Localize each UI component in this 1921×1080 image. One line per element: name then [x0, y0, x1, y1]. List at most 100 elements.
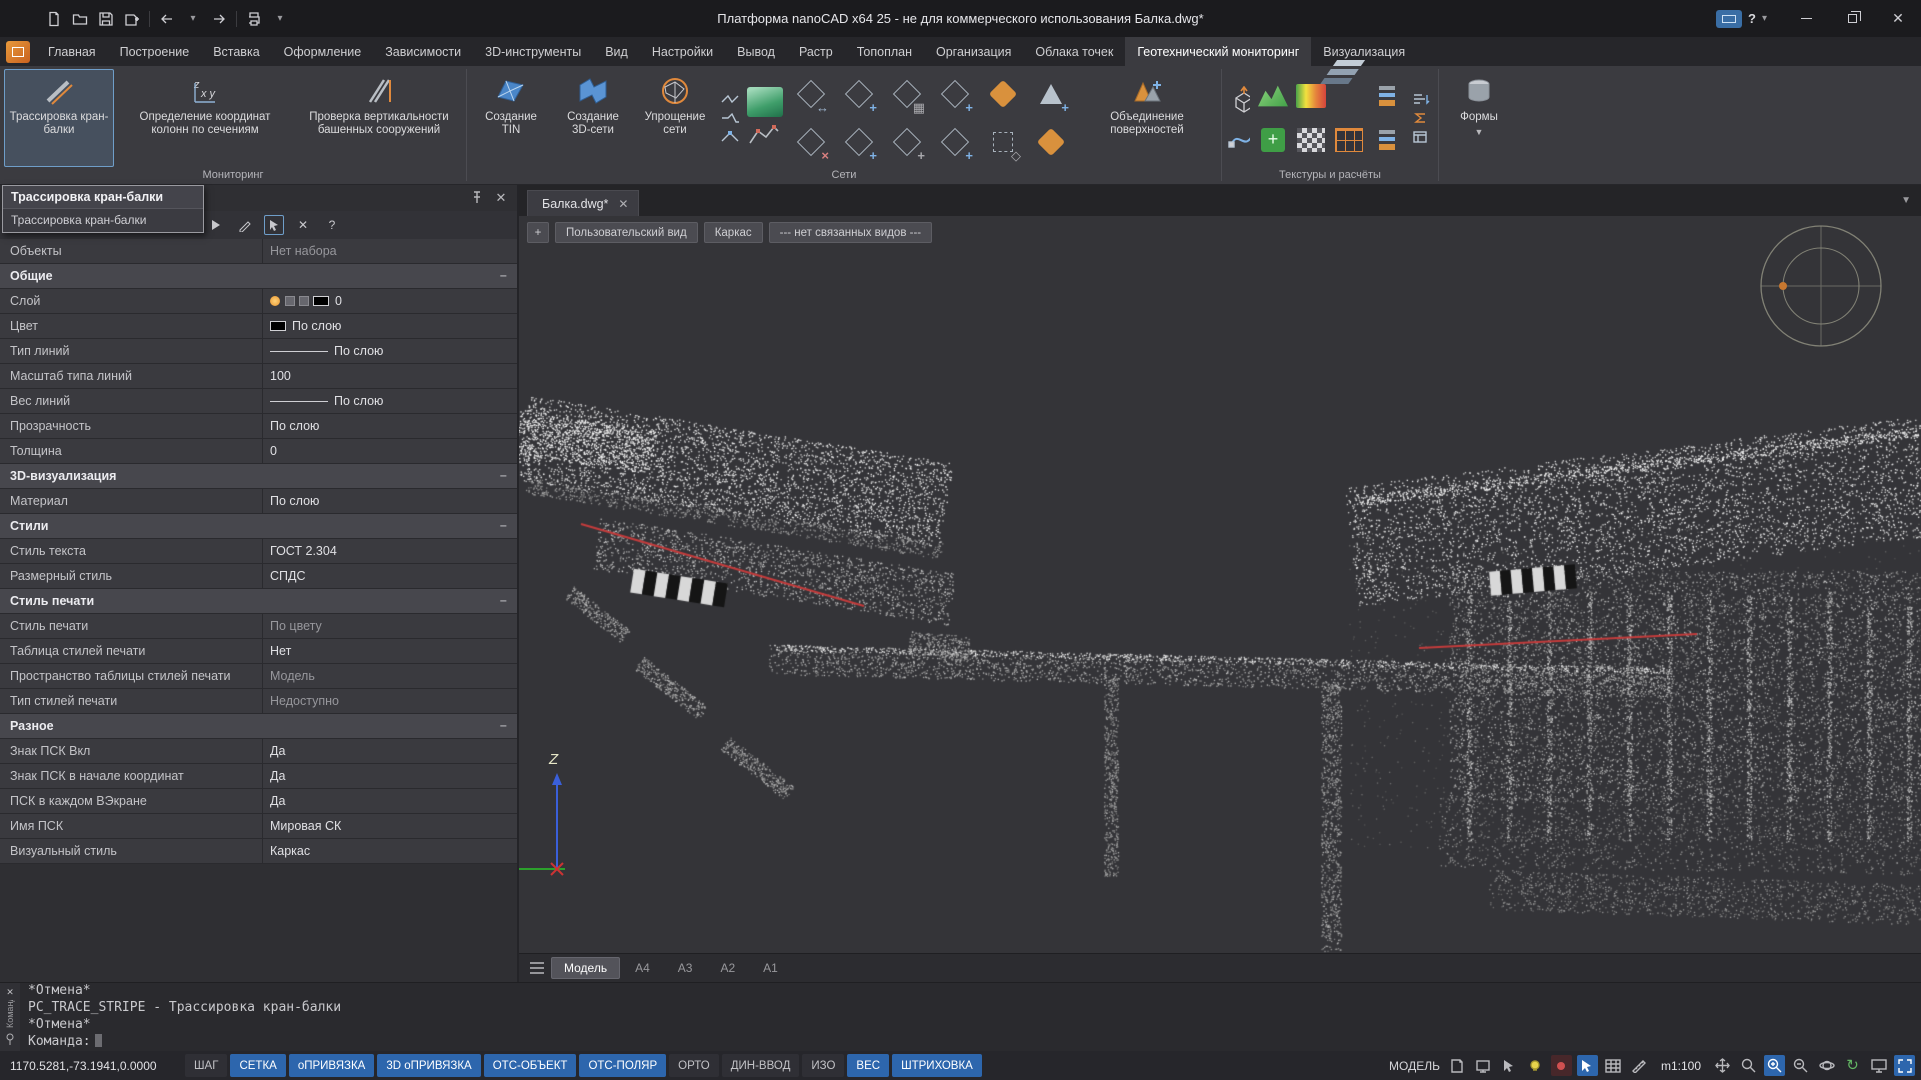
command-pin-icon[interactable] [5, 1030, 15, 1049]
mesh-erase-icon[interactable]: × [787, 118, 835, 166]
property-value[interactable]: 0 [262, 439, 517, 463]
redo-icon[interactable] [207, 7, 231, 31]
property-value[interactable]: Недоступно [262, 689, 517, 713]
navigation-wheel[interactable] [1757, 222, 1885, 350]
checker-texture-icon[interactable] [1297, 128, 1325, 152]
property-row-3[interactable]: ЦветПо слою [0, 314, 517, 339]
terrain-texture-icon[interactable] [1258, 83, 1288, 109]
heatmap-icon[interactable] [1296, 84, 1326, 108]
layout-tab-3[interactable]: А2 [707, 957, 748, 979]
bulb-icon[interactable] [1525, 1055, 1546, 1076]
ribbon-tab-0[interactable]: Главная [36, 37, 108, 66]
record-icon[interactable] [1551, 1055, 1572, 1076]
select-objects-icon[interactable] [264, 215, 284, 235]
command-history[interactable]: *Отмена*PC_TRACE_STRIPE - Трассировка кр… [20, 983, 1921, 1051]
mesh-flip-edge-icon[interactable]: ↔ [787, 70, 835, 118]
layers-icon[interactable] [1333, 60, 1365, 66]
property-value[interactable]: Да [262, 739, 517, 763]
property-row-8[interactable]: Толщина0 [0, 439, 517, 464]
table-cells-icon[interactable] [1603, 1055, 1624, 1076]
ribbon-tab-9[interactable]: Растр [787, 37, 845, 66]
status-toggle-4[interactable]: ОТС-ОБЪЕКТ [484, 1054, 577, 1077]
property-value[interactable]: Мировая СК [262, 814, 517, 838]
ribbon-tab-8[interactable]: Вывод [725, 37, 787, 66]
ribbon-tab-7[interactable]: Настройки [640, 37, 725, 66]
property-row-2[interactable]: Слой0 [0, 289, 517, 314]
status-toggle-6[interactable]: ОРТО [669, 1054, 719, 1077]
ribbon-tab-4[interactable]: Зависимости [373, 37, 473, 66]
property-section-14[interactable]: Стиль печати− [0, 589, 517, 614]
zoom-window-icon[interactable] [1764, 1055, 1785, 1076]
property-value[interactable]: ГОСТ 2.304 [262, 539, 517, 563]
document-tab[interactable]: Балка.dwg* ✕ [527, 190, 639, 216]
cube-transform-icon[interactable] [1228, 85, 1250, 119]
properties-help-icon[interactable]: ? [322, 215, 342, 235]
help-caret-icon[interactable]: ▾ [1762, 13, 1767, 24]
panel-close-icon[interactable]: ✕ [493, 190, 509, 206]
node-edit-icon[interactable] [719, 129, 741, 145]
viewport-lock-icon[interactable] [1473, 1055, 1494, 1076]
surface-patch-icon[interactable] [979, 70, 1027, 118]
filter-tools-icon[interactable] [1379, 130, 1395, 150]
collapse-icon[interactable]: − [500, 719, 507, 733]
status-toggle-3[interactable]: 3D оПРИВЯЗКА [377, 1054, 480, 1077]
property-value[interactable]: Да [262, 789, 517, 813]
ribbon-tab-12[interactable]: Облака точек [1023, 37, 1125, 66]
property-row-22[interactable]: ПСК в каждом ВЭкранеДа [0, 789, 517, 814]
close-button[interactable]: ✕ [1875, 0, 1921, 37]
create-tin-button[interactable]: Создание TIN [471, 69, 551, 167]
status-toggle-0[interactable]: ШАГ [185, 1054, 227, 1077]
ribbon-tab-10[interactable]: Топоплан [845, 37, 924, 66]
touch-keyboard-icon[interactable] [1716, 10, 1742, 28]
calc-table-icon[interactable] [1335, 128, 1363, 152]
undo-caret-icon[interactable]: ▾ [181, 7, 205, 31]
color-swatch[interactable] [270, 321, 286, 331]
linked-views-button[interactable]: --- нет связанных видов --- [769, 222, 932, 243]
property-row-17[interactable]: Пространство таблицы стилей печатиМодель [0, 664, 517, 689]
annotation-scale-icon[interactable] [1629, 1055, 1650, 1076]
property-value[interactable]: 100 [262, 364, 517, 388]
point-cloud-canvas[interactable] [519, 216, 1921, 953]
property-row-12[interactable]: Стиль текстаГОСТ 2.304 [0, 539, 517, 564]
command-close-icon[interactable]: ✕ [7, 985, 14, 998]
quick-select-icon[interactable] [206, 215, 226, 235]
collapse-icon[interactable]: − [500, 594, 507, 608]
property-value[interactable]: СПДС [262, 564, 517, 588]
pan-icon[interactable] [1712, 1055, 1733, 1076]
surface-wave-icon[interactable] [747, 87, 783, 117]
merge-surfaces-button[interactable]: Объединение поверхностей [1077, 69, 1217, 167]
mesh-refine-icon[interactable]: ▦ [883, 70, 931, 118]
mesh-insert-icon[interactable]: + [835, 118, 883, 166]
status-toggle-5[interactable]: ОТС-ПОЛЯР [579, 1054, 666, 1077]
qat-customize-icon[interactable]: ▾ [268, 7, 292, 31]
edit-selection-icon[interactable] [235, 215, 255, 235]
report-icon[interactable] [1410, 129, 1432, 145]
layout-list-icon[interactable] [525, 958, 549, 978]
minimize-button[interactable] [1783, 0, 1829, 37]
surface-fan-icon[interactable] [1027, 118, 1075, 166]
pick-cursor-icon[interactable] [1577, 1055, 1598, 1076]
sum-icon[interactable] [1410, 110, 1432, 126]
ribbon-tab-2[interactable]: Вставка [201, 37, 271, 66]
property-row-13[interactable]: Размерный стильСПДС [0, 564, 517, 589]
clear-selection-icon[interactable]: ✕ [293, 215, 313, 235]
regen-icon[interactable]: ↻ [1842, 1055, 1863, 1076]
list-az-icon[interactable] [1410, 91, 1432, 107]
tab-list-caret-icon[interactable]: ▼ [1901, 195, 1911, 206]
collapse-icon[interactable]: − [500, 469, 507, 483]
layout-tab-1[interactable]: А4 [622, 957, 663, 979]
mesh-add-vertex-icon[interactable]: + [931, 118, 979, 166]
fullscreen-icon[interactable] [1894, 1055, 1915, 1076]
property-section-11[interactable]: Стили− [0, 514, 517, 539]
ribbon-tab-6[interactable]: Вид [593, 37, 640, 66]
trace-crane-beam-button[interactable]: Трассировка кран-балки [4, 69, 114, 167]
property-row-24[interactable]: Визуальный стильКаркас [0, 839, 517, 864]
status-toggle-7[interactable]: ДИН-ВВОД [722, 1054, 800, 1077]
property-row-16[interactable]: Таблица стилей печатиНет [0, 639, 517, 664]
visual-style-button[interactable]: Каркас [704, 222, 763, 243]
tower-verticality-button[interactable]: Проверка вертикальности башенных сооруже… [296, 69, 462, 167]
property-row-10[interactable]: МатериалПо слою [0, 489, 517, 514]
collapse-icon[interactable]: − [500, 269, 507, 283]
property-row-15[interactable]: Стиль печатиПо цвету [0, 614, 517, 639]
sort-tools-icon[interactable] [1379, 86, 1395, 106]
